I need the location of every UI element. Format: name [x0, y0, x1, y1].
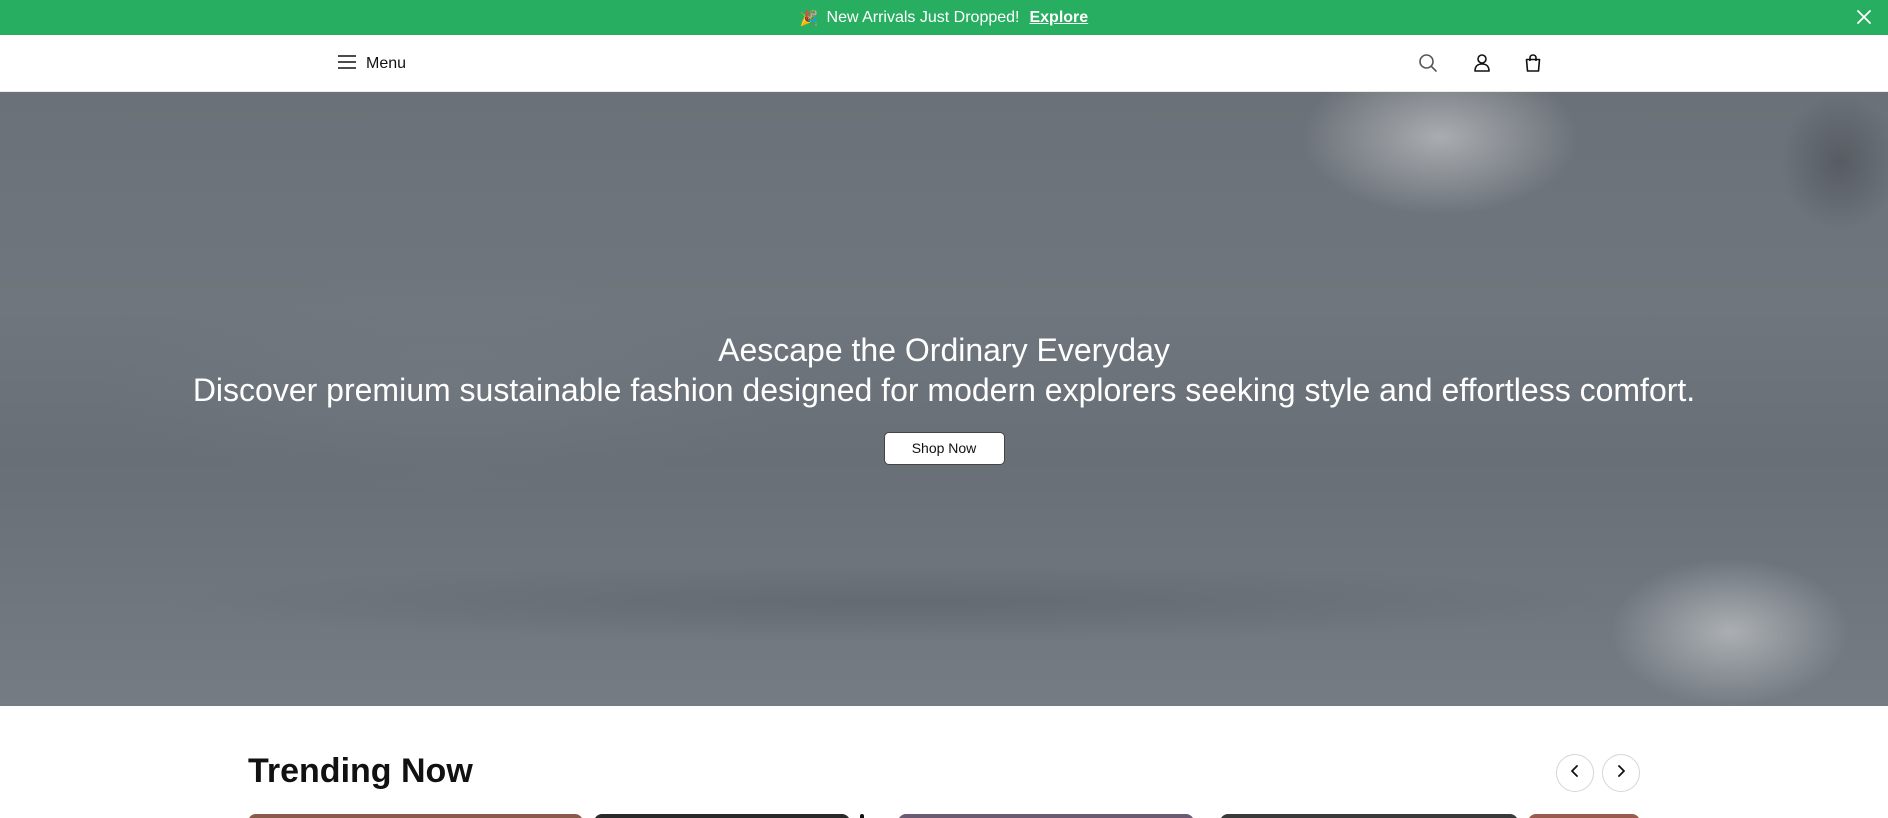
menu-button[interactable]: Menu — [338, 52, 406, 76]
announcement-message: 🎉 New Arrivals Just Dropped! Explore — [800, 9, 1088, 27]
product-card[interactable] — [248, 814, 583, 818]
close-icon[interactable] — [1854, 7, 1874, 27]
hero-content: Aescape the Ordinary Everyday Discover p… — [0, 330, 1888, 465]
hero-background-texture — [1780, 92, 1888, 232]
carousel-prev-button[interactable] — [1556, 754, 1594, 792]
product-card[interactable] — [1528, 814, 1640, 818]
chevron-left-icon — [1569, 764, 1581, 782]
hero-banner: Aescape the Ordinary Everyday Discover p… — [0, 92, 1888, 706]
product-card[interactable] — [860, 814, 864, 818]
product-card[interactable] — [1220, 814, 1518, 818]
hero-title: Aescape the Ordinary Everyday — [718, 332, 1170, 368]
hero-background-texture — [1600, 552, 1860, 706]
chevron-right-icon — [1615, 764, 1627, 782]
shop-now-button[interactable]: Shop Now — [883, 432, 1005, 465]
announcement-bar: 🎉 New Arrivals Just Dropped! Explore — [0, 0, 1888, 35]
user-icon[interactable] — [1469, 50, 1495, 76]
party-icon: 🎉 — [799, 9, 819, 27]
bag-icon[interactable] — [1520, 50, 1546, 76]
hero-subtitle: Discover premium sustainable fashion des… — [192, 372, 1696, 408]
site-header: Menu — [0, 35, 1888, 92]
product-card[interactable] — [898, 814, 1194, 818]
search-icon[interactable] — [1415, 50, 1441, 76]
hero-background-texture — [1290, 92, 1590, 222]
hero-background-texture — [150, 562, 1650, 642]
section-title: Trending Now — [248, 752, 473, 790]
product-card[interactable] — [594, 814, 850, 818]
explore-link[interactable]: Explore — [1029, 9, 1088, 27]
menu-icon — [338, 54, 356, 75]
announcement-text: New Arrivals Just Dropped! — [826, 8, 1020, 26]
menu-label: Menu — [366, 55, 407, 72]
carousel-next-button[interactable] — [1602, 754, 1640, 792]
